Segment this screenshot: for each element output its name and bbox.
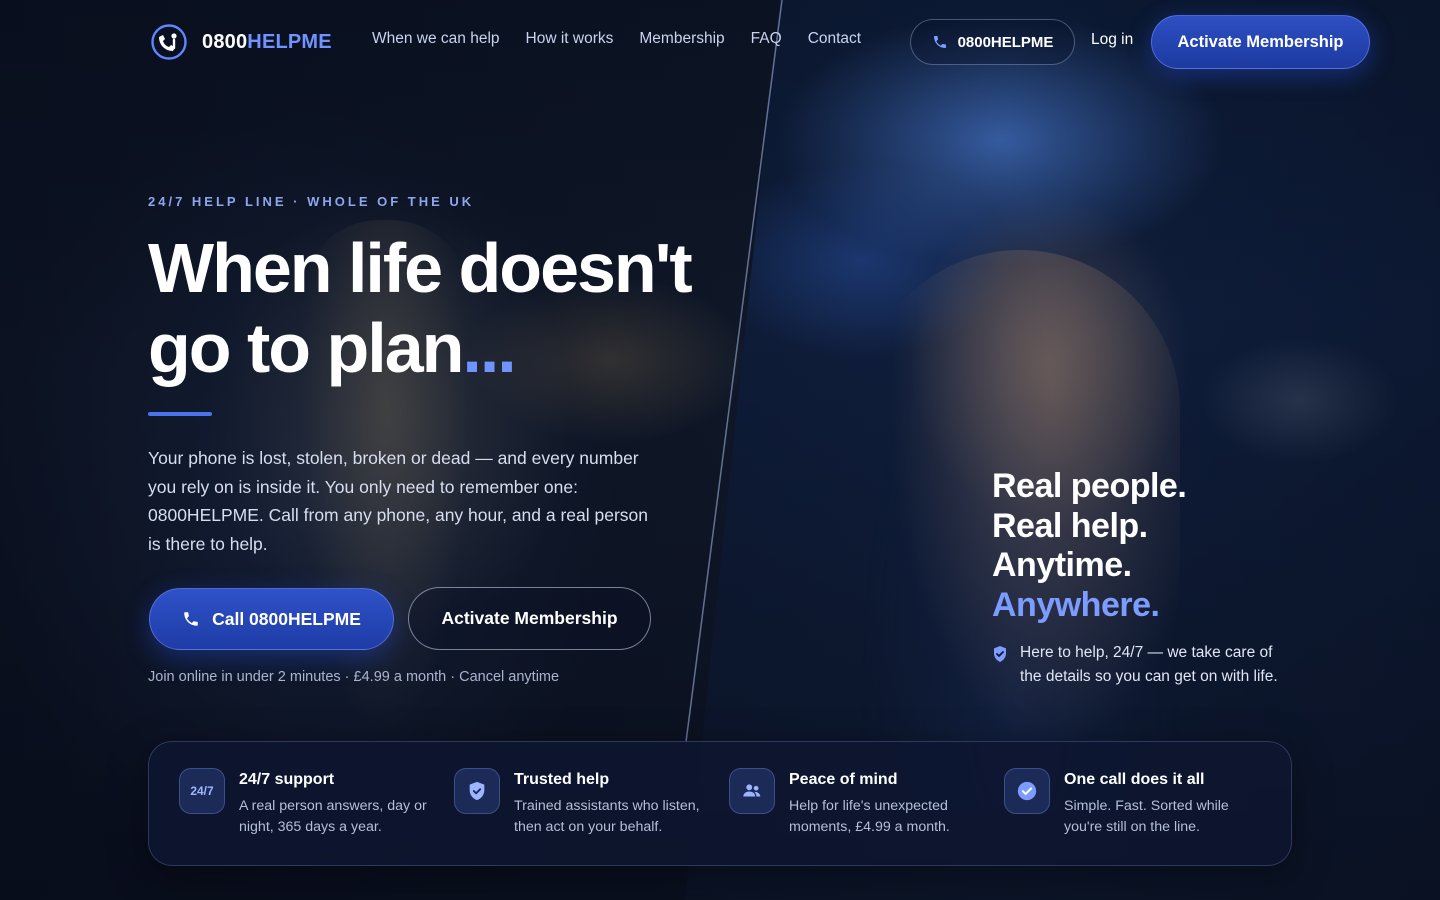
features-bar: 24/7 24/7 support A real person answers,…: [148, 741, 1292, 866]
feature-description: Trained assistants who listen, then act …: [514, 798, 700, 835]
feature-item: Trusted help Trained assistants who list…: [454, 768, 714, 838]
assurance-text: Here to help, 24/7 — we take care of the…: [1020, 644, 1278, 685]
shield-icon: [454, 768, 500, 814]
brand-name: 0800HELPME: [202, 31, 332, 54]
hero-title-line-1: When life doesn't: [148, 229, 693, 307]
brand-part-1: 0800: [202, 30, 248, 53]
feature-description: Simple. Fast. Sorted while you're still …: [1064, 798, 1229, 835]
nav-link-faq[interactable]: FAQ: [751, 30, 782, 48]
feature-item: 24/7 24/7 support A real person answers,…: [179, 768, 439, 838]
hero-description: Your phone is lost, stolen, broken or de…: [148, 448, 649, 554]
hero-tagline: Real people. Real help. Anytime. Anywher…: [992, 467, 1312, 625]
hero-title-line-2: go to plan: [148, 309, 464, 387]
feature-title: Trusted help: [514, 771, 610, 788]
hero-eyebrow: 24/7 HELP LINE · WHOLE OF THE UK: [148, 194, 475, 209]
feature-title: Peace of mind: [789, 771, 898, 788]
nav-links: When we can help How it works Membership…: [372, 30, 861, 48]
brand-logo[interactable]: 0800HELPME: [150, 23, 332, 61]
hero-title-dots: ...: [462, 309, 516, 387]
logo-icon: [151, 24, 187, 60]
nav-link-membership[interactable]: Membership: [639, 30, 724, 48]
login-link[interactable]: Log in: [1091, 31, 1133, 49]
title-underline: [148, 412, 212, 416]
feature-item: One call does it all Simple. Fast. Sorte…: [1004, 768, 1264, 838]
nav-phone-button[interactable]: 0800HELPME: [910, 19, 1075, 65]
people-icon: [729, 768, 775, 814]
call-button-label: Call 0800HELPME: [212, 608, 361, 629]
tagline-line-1: Real people.: [992, 467, 1187, 505]
feature-item: Peace of mind Help for life's unexpected…: [729, 768, 989, 838]
activate-membership-nav-button[interactable]: Activate Membership: [1151, 15, 1370, 69]
clock-247-icon: 24/7: [179, 768, 225, 814]
nav-link-when-we-can-help[interactable]: When we can help: [372, 30, 500, 48]
call-button[interactable]: Call 0800HELPME: [149, 588, 394, 650]
phone-icon: [933, 36, 946, 48]
feature-title: One call does it all: [1064, 771, 1205, 788]
check-circle-icon: [1004, 768, 1050, 814]
nav-phone-label: 0800HELPME: [957, 33, 1054, 51]
hero-fineprint: Join online in under 2 minutes · £4.99 a…: [148, 669, 560, 685]
tagline-line-2: Real help.: [992, 506, 1148, 545]
nav-link-how-it-works[interactable]: How it works: [526, 30, 614, 48]
feature-description: A real person answers, day or night, 365…: [239, 798, 427, 835]
feature-title: 24/7 support: [239, 771, 335, 788]
shield-check-icon: [994, 646, 1006, 662]
tagline-line-4: Anywhere.: [992, 585, 1160, 624]
hero-title: When life doesn't go to plan...: [148, 228, 828, 388]
nav-link-contact[interactable]: Contact: [808, 30, 861, 48]
brand-part-2: HELPME: [247, 30, 332, 53]
assurance-note: Here to help, 24/7 — we take care of the…: [992, 641, 1292, 689]
phone-icon: [184, 612, 198, 626]
activate-membership-hero-button[interactable]: Activate Membership: [408, 587, 651, 650]
top-navigation: 0800HELPME When we can help How it works…: [0, 0, 1440, 84]
feature-description: Help for life's unexpected moments, £4.9…: [789, 798, 950, 835]
tagline-line-3: Anytime.: [992, 546, 1132, 584]
